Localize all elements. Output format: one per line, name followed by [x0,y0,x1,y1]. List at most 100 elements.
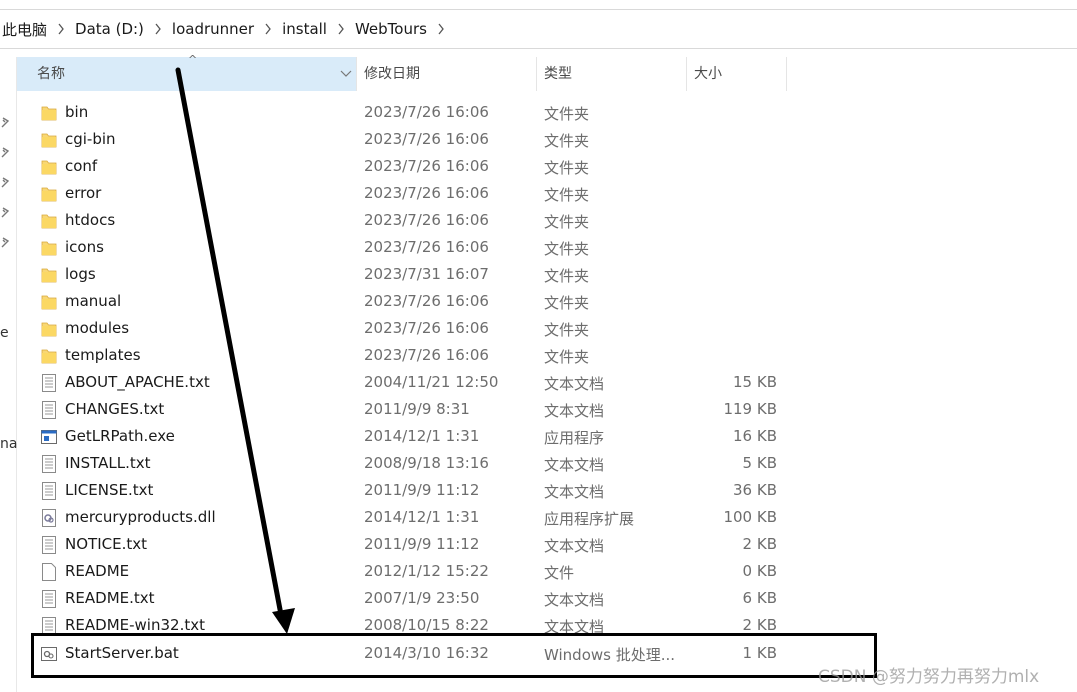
file-row[interactable]: README-win32.txt 2008/10/15 8:22 文本文档 2 KB [17,612,787,639]
address-bar[interactable]: 此电脑 Data (D:) loadrunner install WebTour… [0,9,1077,49]
file-row[interactable]: NOTICE.txt 2011/9/9 11:12 文本文档 2 KB [17,531,787,558]
file-row[interactable]: error 2023/7/26 16:06 文件夹 [17,180,787,207]
column-header-size-label: 大小 [694,66,722,82]
file-type: 文件夹 [544,240,590,258]
file-row[interactable]: mercuryproducts.dll 2014/12/1 1:31 应用程序扩展 1… [17,504,787,531]
file-modified-date: 2023/7/26 16:06 [364,238,489,256]
column-header-date[interactable]: 修改日期 [357,57,537,91]
column-header-name-label: 名称 [37,66,65,82]
file-modified-date: 2014/12/1 1:31 [364,427,480,445]
file-row[interactable]: INSTALL.txt 2008/9/18 13:16 文本文档 5 KB [17,450,787,477]
file-modified-date: 2008/10/15 8:22 [364,616,489,634]
file-row[interactable]: ABOUT_APACHE.txt 2004/11/21 12:50 文本文档 15 K… [17,369,787,396]
file-name: LICENSE.txt [65,481,154,499]
chevron-right-icon[interactable] [256,22,280,37]
file-type: 文件夹 [544,348,590,366]
chevron-right-icon[interactable] [49,22,73,37]
file-modified-date: 2014/12/1 1:31 [364,508,480,526]
file-modified-date: 2011/9/9 8:31 [364,400,470,418]
folder-icon [41,131,57,149]
watermark: CSDN @努力努力再努力mlx [818,667,1040,687]
column-header-type[interactable]: 类型 [537,57,687,91]
file-type: 文本文档 [544,402,605,420]
file-row[interactable]: templates 2023/7/26 16:06 文件夹 [17,342,787,369]
column-header-name[interactable]: 名称 ^ [17,54,357,91]
file-size: 2 KB [742,535,777,553]
text-file-icon [41,590,57,608]
pin-icon[interactable] [0,207,10,219]
nav-item-fragment[interactable]: e [0,325,9,341]
breadcrumb-install[interactable]: install [280,20,329,38]
file-row[interactable]: cgi-bin 2023/7/26 16:06 文件夹 [17,126,787,153]
file-name: README.txt [65,589,155,607]
column-header-date-label: 修改日期 [364,66,420,82]
file-name: conf [65,157,98,175]
file-size: 100 KB [723,508,777,526]
dll-file-icon [41,509,57,527]
file-modified-date: 2023/7/26 16:06 [364,292,489,310]
file-modified-date: 2008/9/18 13:16 [364,454,489,472]
file-type: 文本文档 [544,375,605,393]
file-row[interactable]: CHANGES.txt 2011/9/9 8:31 文本文档 119 KB [17,396,787,423]
folder-icon [41,266,57,284]
file-size: 0 KB [742,562,777,580]
file-row[interactable]: README.txt 2007/1/9 23:50 文本文档 6 KB [17,585,787,612]
file-modified-date: 2023/7/26 16:06 [364,184,489,202]
navigation-pane[interactable]: e na [0,57,17,692]
file-modified-date: 2023/7/26 16:06 [364,346,489,364]
file-name: logs [65,265,96,283]
file-name: README [65,562,130,580]
chevron-down-icon[interactable] [340,68,352,78]
file-name: CHANGES.txt [65,400,165,418]
file-row[interactable]: README 2012/1/12 15:22 文件 0 KB [17,558,787,585]
folder-icon [41,185,57,203]
breadcrumb-webtours[interactable]: WebTours [353,20,429,38]
file-row[interactable]: LICENSE.txt 2011/9/9 11:12 文本文档 36 KB [17,477,787,504]
file-modified-date: 2023/7/26 16:06 [364,211,489,229]
breadcrumb-loadrunner[interactable]: loadrunner [170,20,256,38]
file-type: 应用程序 [544,429,605,447]
folder-icon [41,293,57,311]
column-header-size[interactable]: 大小 [687,57,787,91]
breadcrumb-data-drive[interactable]: Data (D:) [73,20,146,38]
file-type: 文件夹 [544,186,590,204]
pin-icon[interactable] [0,177,10,189]
file-name: bin [65,103,89,121]
folder-icon [41,347,57,365]
file-row[interactable]: htdocs 2023/7/26 16:06 文件夹 [17,207,787,234]
file-type: 文件夹 [544,105,590,123]
file-name: manual [65,292,122,310]
file-modified-date: 2023/7/26 16:06 [364,130,489,148]
file-type: 文件夹 [544,159,590,177]
file-type: 文件 [544,564,575,582]
file-row[interactable]: manual 2023/7/26 16:06 文件夹 [17,288,787,315]
file-row[interactable]: conf 2023/7/26 16:06 文件夹 [17,153,787,180]
file-name: cgi-bin [65,130,116,148]
pin-icon[interactable] [0,147,10,159]
chevron-right-icon[interactable] [329,22,353,37]
chevron-right-icon[interactable] [146,22,170,37]
pin-icon[interactable] [0,237,10,249]
file-name: icons [65,238,104,256]
file-type: 文件夹 [544,213,590,231]
file-modified-date: 2011/9/9 11:12 [364,481,480,499]
file-size: 6 KB [742,589,777,607]
nav-item-fragment[interactable]: na [0,436,17,452]
file-type: Windows 批处理... [544,646,676,664]
pin-icon[interactable] [0,117,10,129]
folder-icon [41,320,57,338]
file-type: 文件夹 [544,132,590,150]
breadcrumb-this-pc[interactable]: 此电脑 [0,19,49,40]
file-row[interactable]: bin 2023/7/26 16:06 文件夹 [17,99,787,126]
text-file-icon [41,617,57,635]
file-size: 2 KB [742,616,777,634]
file-name: NOTICE.txt [65,535,147,553]
file-row[interactable]: icons 2023/7/26 16:06 文件夹 [17,234,787,261]
file-row[interactable]: modules 2023/7/26 16:06 文件夹 [17,315,787,342]
file-name: README-win32.txt [65,616,205,634]
chevron-right-icon[interactable] [429,22,453,37]
file-name: StartServer.bat [65,644,179,662]
file-row[interactable]: GetLRPath.exe 2014/12/1 1:31 应用程序 16 KB [17,423,787,450]
file-row[interactable]: StartServer.bat 2014/3/10 16:32 Windows 批处… [17,640,787,667]
file-row[interactable]: logs 2023/7/31 16:07 文件夹 [17,261,787,288]
